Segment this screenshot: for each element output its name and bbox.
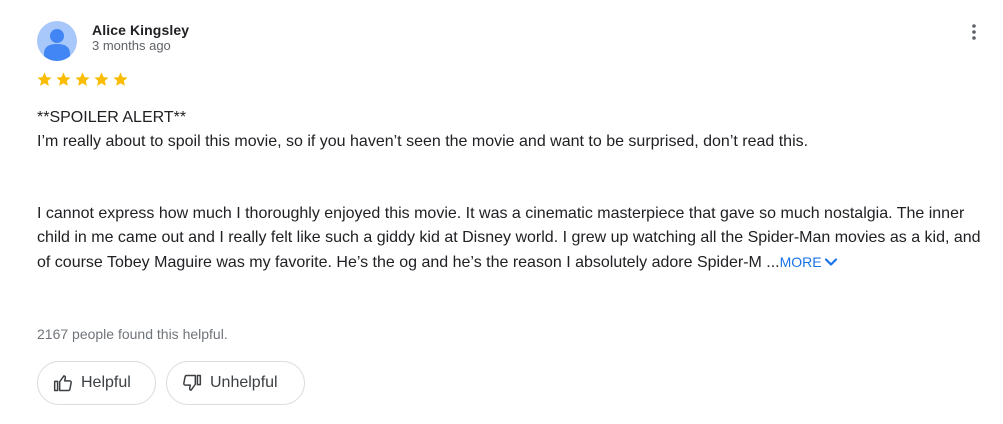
more-button[interactable]: MORE	[780, 254, 838, 270]
review-card: Alice Kingsley 3 months ago **SPOILER AL…	[0, 0, 1003, 424]
thumb-down-icon	[182, 373, 202, 393]
star-icon	[112, 71, 129, 88]
star-rating	[36, 71, 129, 88]
helpful-button[interactable]: Helpful	[37, 361, 156, 405]
author-name[interactable]: Alice Kingsley	[92, 22, 189, 38]
review-paragraph-main: I cannot express how much I thoroughly e…	[37, 202, 997, 275]
review-body: **SPOILER ALERT** I’m really about to sp…	[37, 106, 997, 275]
person-avatar-icon[interactable]	[37, 21, 77, 61]
star-icon	[93, 71, 110, 88]
review-paragraph-spoiler: **SPOILER ALERT**	[37, 109, 187, 126]
more-label: MORE	[779, 254, 822, 270]
review-paragraph-main-text: I cannot express how much I thoroughly e…	[37, 205, 981, 271]
unhelpful-button[interactable]: Unhelpful	[166, 361, 305, 405]
more-vert-icon[interactable]	[962, 20, 986, 44]
review-paragraph-warning: I’m really about to spoil this movie, so…	[37, 133, 809, 150]
helpful-label: Helpful	[81, 374, 131, 391]
helpful-count: 2167 people found this helpful.	[37, 326, 228, 342]
review-date: 3 months ago	[92, 38, 171, 53]
star-icon	[36, 71, 53, 88]
thumb-up-icon	[53, 373, 73, 393]
unhelpful-label: Unhelpful	[210, 374, 278, 391]
star-icon	[74, 71, 91, 88]
star-icon	[55, 71, 72, 88]
chevron-down-icon	[824, 258, 837, 266]
